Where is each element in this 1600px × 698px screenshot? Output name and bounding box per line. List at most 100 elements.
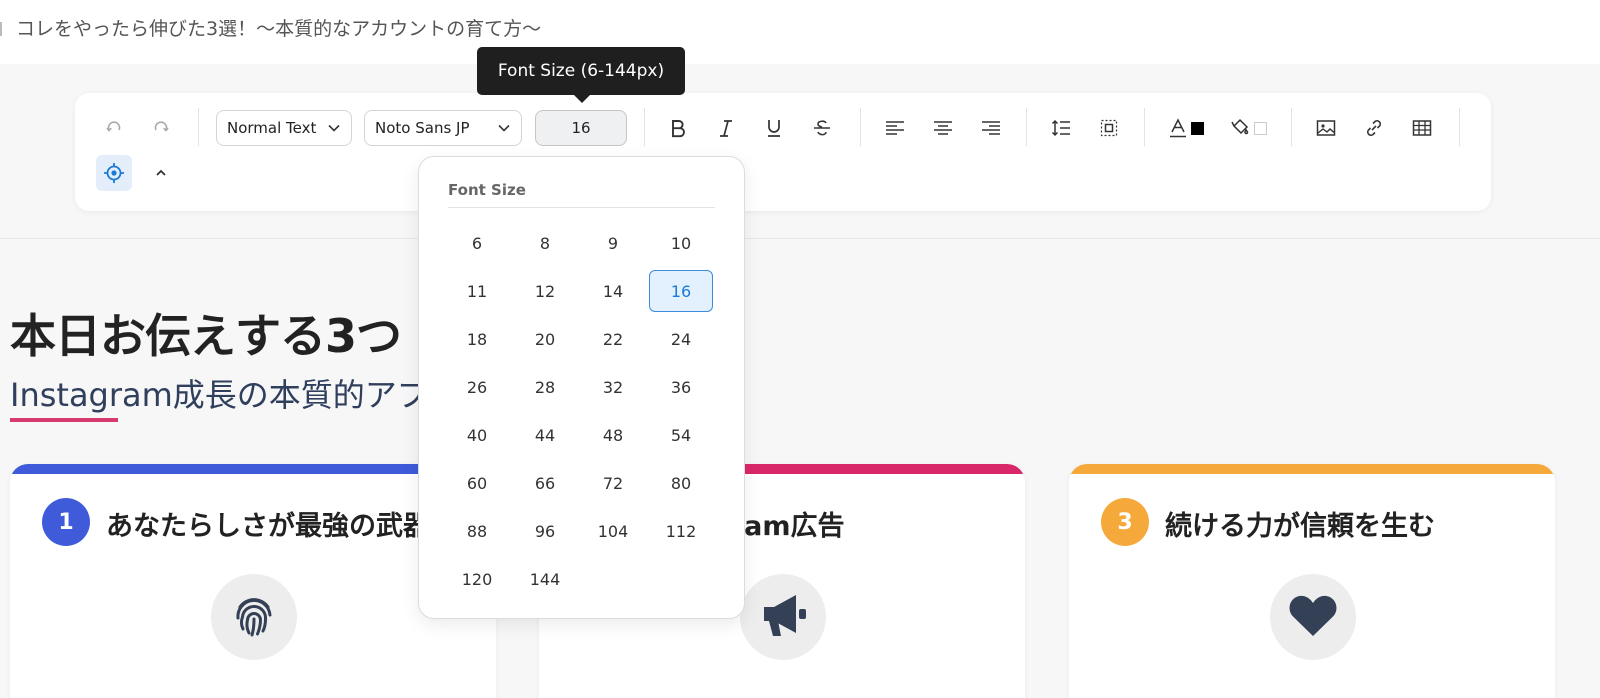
highlight-color-button[interactable] <box>1225 113 1271 143</box>
insert-image-button[interactable] <box>1311 113 1341 143</box>
insert-table-button[interactable] <box>1407 113 1437 143</box>
font-size-option[interactable]: 8 <box>513 222 577 264</box>
font-size-option[interactable]: 60 <box>445 462 509 504</box>
font-size-option[interactable]: 10 <box>649 222 713 264</box>
tooltip-arrow <box>574 95 590 103</box>
underline-button[interactable] <box>759 113 789 143</box>
toolbar-divider <box>860 108 861 146</box>
padding-button[interactable] <box>1094 113 1124 143</box>
font-size-option[interactable]: 16 <box>649 270 713 312</box>
heading-accent-line <box>10 418 118 422</box>
font-size-option[interactable]: 104 <box>581 510 645 552</box>
document-title-bar: コレをやったら伸びた3選！〜本質的なアカウントの育て方〜 <box>0 0 1600 64</box>
font-size-option[interactable]: 144 <box>513 558 577 600</box>
align-center-button[interactable] <box>928 113 958 143</box>
font-size-option[interactable]: 48 <box>581 414 645 456</box>
font-size-option[interactable]: 12 <box>513 270 577 312</box>
font-size-option[interactable]: 54 <box>649 414 713 456</box>
font-size-input[interactable]: 16 <box>535 110 627 146</box>
font-size-option[interactable]: 20 <box>513 318 577 360</box>
strikethrough-button[interactable] <box>807 113 837 143</box>
font-size-option[interactable]: 11 <box>445 270 509 312</box>
font-family-value: Noto Sans JP <box>375 119 470 137</box>
heart-icon <box>1288 593 1338 641</box>
italic-icon <box>717 118 735 138</box>
paragraph-style-value: Normal Text <box>227 119 317 137</box>
dropdown-divider <box>448 207 715 208</box>
insert-link-button[interactable] <box>1359 113 1389 143</box>
title-caret <box>0 22 3 36</box>
font-size-option[interactable]: 22 <box>581 318 645 360</box>
font-size-option[interactable]: 9 <box>581 222 645 264</box>
section-subheading: Instagram成長の本質的アプ <box>10 376 429 414</box>
strikethrough-icon <box>812 118 832 138</box>
toolbar-divider <box>1459 108 1460 146</box>
font-family-select[interactable]: Noto Sans JP <box>364 110 522 146</box>
toolbar-divider <box>1291 108 1292 146</box>
highlight-color-swatch <box>1253 121 1267 135</box>
text-color-icon <box>1169 118 1187 138</box>
paragraph-style-select[interactable]: Normal Text <box>216 110 352 146</box>
font-size-option[interactable]: 72 <box>581 462 645 504</box>
padding-icon <box>1100 119 1118 137</box>
undo-icon <box>105 119 123 137</box>
font-size-option[interactable]: 66 <box>513 462 577 504</box>
line-height-icon <box>1051 119 1071 137</box>
font-size-option[interactable]: 88 <box>445 510 509 552</box>
table-icon <box>1412 119 1432 137</box>
align-center-icon <box>933 120 953 136</box>
toolbar-divider <box>644 108 645 146</box>
card-top-bar <box>1069 464 1555 474</box>
card-icon-circle <box>1270 574 1356 660</box>
redo-icon <box>152 119 170 137</box>
toolbar-divider <box>198 108 199 146</box>
editor-toolbar: Normal Text Noto Sans JP 16 <box>75 93 1491 211</box>
font-size-option[interactable]: 18 <box>445 318 509 360</box>
image-icon <box>1316 119 1336 137</box>
chevron-up-icon <box>154 166 168 180</box>
undo-button[interactable] <box>99 113 129 143</box>
font-size-option[interactable]: 40 <box>445 414 509 456</box>
align-left-icon <box>885 120 905 136</box>
font-size-options: 6 8 9 10 11 12 14 16 18 20 22 24 26 28 32 36 40 44 48 54 60 6… <box>445 222 717 600</box>
locate-button[interactable] <box>96 155 132 191</box>
font-size-option[interactable]: 26 <box>445 366 509 408</box>
chevron-down-icon <box>497 121 511 139</box>
italic-button[interactable] <box>711 113 741 143</box>
font-size-option[interactable]: 96 <box>513 510 577 552</box>
toolbar-divider <box>1026 108 1027 146</box>
card-icon-circle <box>211 574 297 660</box>
font-size-option[interactable]: 32 <box>581 366 645 408</box>
dropdown-title: Font Size <box>448 181 526 199</box>
font-size-dropdown: Font Size 6 8 9 10 11 12 14 16 18 20 22 24 26 28 32 36 4… <box>418 156 745 619</box>
card-number-badge: 1 <box>42 498 90 546</box>
redo-button[interactable] <box>146 113 176 143</box>
crosshair-icon <box>103 162 125 184</box>
content-divider <box>0 238 1600 239</box>
align-left-button[interactable] <box>880 113 910 143</box>
font-size-option[interactable]: 80 <box>649 462 713 504</box>
text-color-swatch <box>1190 121 1204 135</box>
point-card-3: 3 続ける力が信頼を生む <box>1069 464 1555 698</box>
card-number-badge: 3 <box>1101 498 1149 546</box>
card-title: 続ける力が信頼を生む <box>1165 511 1435 542</box>
font-size-option[interactable]: 14 <box>581 270 645 312</box>
underline-icon <box>765 118 783 138</box>
collapse-toolbar-button[interactable] <box>146 158 176 188</box>
align-right-icon <box>981 120 1001 136</box>
font-size-option[interactable]: 28 <box>513 366 577 408</box>
paint-bucket-icon <box>1230 118 1250 138</box>
line-height-button[interactable] <box>1046 113 1076 143</box>
align-right-button[interactable] <box>976 113 1006 143</box>
font-size-option[interactable]: 44 <box>513 414 577 456</box>
font-size-option[interactable]: 24 <box>649 318 713 360</box>
text-color-button[interactable] <box>1163 113 1209 143</box>
bold-button[interactable] <box>663 113 693 143</box>
toolbar-divider <box>1144 108 1145 146</box>
font-size-option[interactable]: 6 <box>445 222 509 264</box>
document-title[interactable]: コレをやったら伸びた3選！〜本質的なアカウントの育て方〜 <box>16 14 541 41</box>
font-size-tooltip: Font Size (6-144px) <box>477 47 685 95</box>
font-size-option[interactable]: 36 <box>649 366 713 408</box>
font-size-option[interactable]: 120 <box>445 558 509 600</box>
font-size-option[interactable]: 112 <box>649 510 713 552</box>
